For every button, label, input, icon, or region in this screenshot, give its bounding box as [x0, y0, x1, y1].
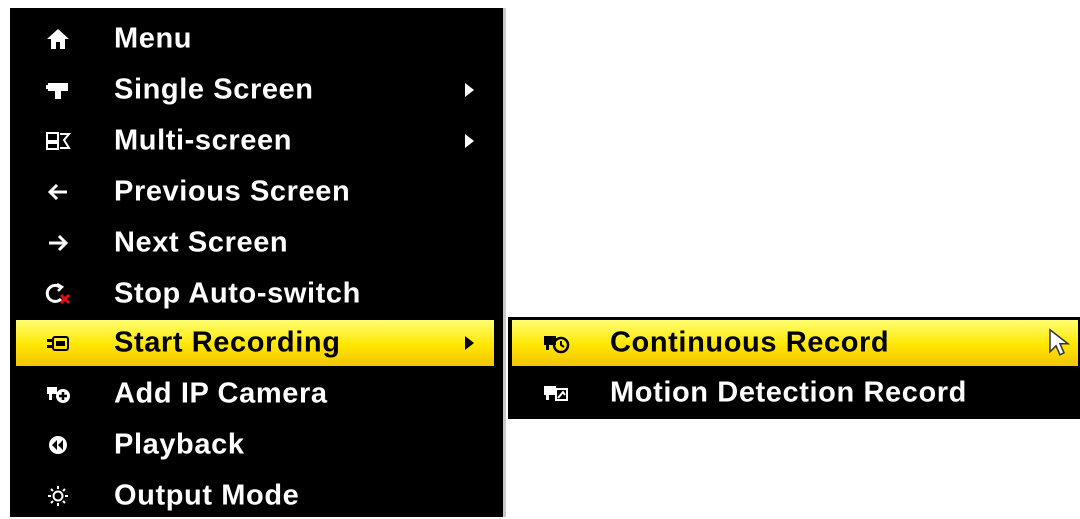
- submenu-arrow-icon: [465, 134, 474, 148]
- menu-item-label: Output Mode: [114, 479, 300, 512]
- menu-item-playback[interactable]: Playback: [10, 422, 500, 468]
- menu-item-label: Menu: [114, 22, 193, 55]
- continuous-record-icon: [536, 328, 576, 358]
- submenu-item-label: Motion Detection Record: [610, 376, 967, 409]
- menu-item-multi-screen[interactable]: Multi-screen: [10, 118, 500, 164]
- output-mode-icon: [38, 481, 78, 511]
- menu-item-stop-auto-switch[interactable]: Stop Auto-switch: [10, 271, 500, 317]
- arrow-right-icon: [38, 228, 78, 258]
- menu-item-previous-screen[interactable]: Previous Screen: [10, 169, 500, 215]
- menu-item-next-screen[interactable]: Next Screen: [10, 220, 500, 266]
- menu-item-label: Playback: [114, 428, 245, 461]
- context-menu: Menu Single Screen Multi-screen Previous…: [10, 8, 506, 517]
- menu-item-single-screen[interactable]: Single Screen: [10, 67, 500, 113]
- add-camera-icon: [38, 379, 78, 409]
- menu-item-output-mode[interactable]: Output Mode: [10, 473, 500, 519]
- home-icon: [38, 24, 78, 54]
- stop-auto-switch-icon: [38, 279, 78, 309]
- menu-item-start-recording[interactable]: Start Recording: [16, 320, 494, 366]
- menu-item-label: Single Screen: [114, 73, 314, 106]
- submenu-arrow-icon: [465, 83, 474, 97]
- submenu-arrow-icon: [465, 336, 474, 350]
- menu-item-label: Previous Screen: [114, 175, 351, 208]
- menu-item-add-ip-camera[interactable]: Add IP Camera: [10, 371, 500, 417]
- mouse-pointer-icon: [1048, 328, 1072, 366]
- recording-icon: [38, 328, 78, 358]
- menu-item-label: Start Recording: [114, 326, 341, 359]
- menu-item-label: Stop Auto-switch: [114, 277, 361, 310]
- menu-item-label: Multi-screen: [114, 124, 293, 157]
- camera-icon: [38, 75, 78, 105]
- submenu-item-motion-detection-record[interactable]: Motion Detection Record: [508, 370, 1080, 416]
- recording-submenu: Continuous Record Motion Detection Recor…: [508, 317, 1080, 419]
- arrow-left-icon: [38, 177, 78, 207]
- submenu-item-continuous-record[interactable]: Continuous Record: [512, 320, 1078, 366]
- menu-item-menu[interactable]: Menu: [10, 16, 500, 62]
- playback-icon: [38, 430, 78, 460]
- menu-item-label: Add IP Camera: [114, 377, 328, 410]
- submenu-item-label: Continuous Record: [610, 326, 890, 359]
- motion-detection-icon: [536, 378, 576, 408]
- multi-screen-icon: [38, 126, 78, 156]
- menu-item-label: Next Screen: [114, 226, 289, 259]
